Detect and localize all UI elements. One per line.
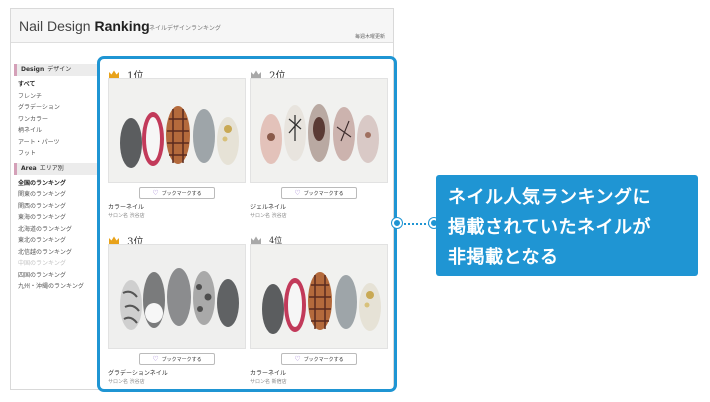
sidebar-item-gradation[interactable]: グラデーション <box>14 102 98 114</box>
sidebar-item-all[interactable]: すべて <box>14 79 98 91</box>
sidebar-item-area-tohoku[interactable]: 東北のランキング <box>14 235 98 247</box>
sidebar-item-french[interactable]: フレンチ <box>14 91 98 103</box>
connector-dot-left <box>392 218 402 228</box>
area-head-en: Area <box>21 164 37 172</box>
callout-line-3: 非掲載となる <box>448 247 559 268</box>
callout-line-1: ネイル人気ランキングに <box>448 187 651 208</box>
callout-line-2: 掲載されていたネイルが <box>448 217 651 238</box>
site-subtitle: ネイルデザインランキング <box>149 25 221 32</box>
design-category-header: Design デザイン <box>14 64 98 76</box>
sidebar-item-area-hokushinetsu[interactable]: 北信越のランキング <box>14 247 98 259</box>
update-note: 毎週木曜更新 <box>354 34 385 40</box>
logo-text-light: Nail Design <box>19 18 91 34</box>
sidebar-item-area-kyushu[interactable]: 九州・沖縄のランキング <box>14 281 98 293</box>
design-head-en: Design <box>21 66 45 73</box>
sidebar-item-area-tokai[interactable]: 東海のランキング <box>14 212 98 224</box>
sidebar-item-area-chugoku[interactable]: 中国のランキング <box>14 258 98 270</box>
area-category-header: Area エリア別 <box>14 162 98 175</box>
area-head-jp: エリア別 <box>39 164 64 172</box>
sidebar-item-area-shikoku[interactable]: 四国のランキング <box>14 270 98 282</box>
sidebar-item-area-hokkaido[interactable]: 北海道のランキング <box>14 224 98 236</box>
highlight-frame <box>97 56 397 392</box>
callout-connector <box>397 223 433 225</box>
sidebar-item-pattern[interactable]: 柄ネイル <box>14 125 98 137</box>
annotation-callout: ネイル人気ランキングに 掲載されていたネイルが 非掲載となる <box>436 175 698 276</box>
sidebar-item-foot[interactable]: フット <box>14 148 98 160</box>
logo-text-bold: Ranking <box>94 18 150 34</box>
sidebar-item-area-kanto[interactable]: 関東のランキング <box>14 189 98 201</box>
site-logo[interactable]: Nail Design Ranking <box>19 18 150 34</box>
design-head-jp: デザイン <box>47 66 72 73</box>
sidebar-item-area-national[interactable]: 全国のランキング <box>14 178 98 190</box>
site-header: Nail Design Ranking ネイルデザインランキング 毎週木曜更新 <box>11 9 393 43</box>
sidebar-item-one-color[interactable]: ワンカラー <box>14 114 98 126</box>
sidebar-item-area-kansai[interactable]: 関西のランキング <box>14 201 98 213</box>
sidebar-item-art-parts[interactable]: アート・パーツ <box>14 137 98 149</box>
sidebar: Design デザイン すべて フレンチ グラデーション ワンカラー 柄ネイル ア… <box>14 64 98 293</box>
